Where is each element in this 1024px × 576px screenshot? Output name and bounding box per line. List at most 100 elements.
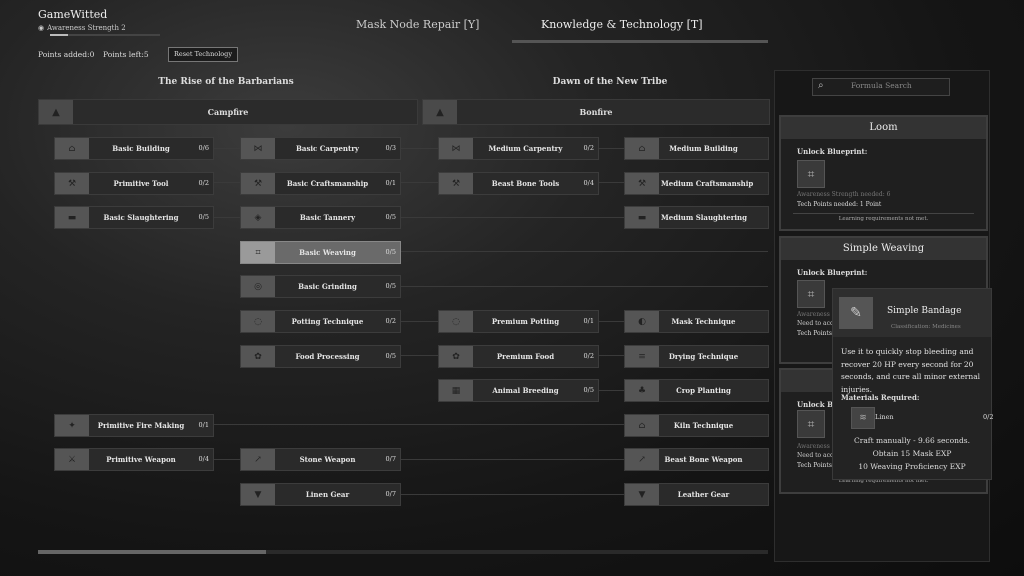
anvil-icon: ▬ [55, 207, 89, 228]
sword-icon: ⚔ [55, 449, 89, 470]
node-label: Medium Craftsmanship [661, 179, 754, 188]
card-divider [793, 213, 974, 214]
building-icon: ⌂ [55, 138, 89, 159]
node-count: 0/5 [198, 213, 209, 221]
connector-line [597, 321, 624, 322]
pot-icon: ◌ [439, 311, 473, 332]
points-left: Points left:5 [103, 50, 149, 59]
tech-node-basic-craftsmanship[interactable]: ⚒ Basic Craftsmanship 0/1 [240, 172, 401, 195]
food-icon: ✿ [439, 346, 473, 367]
tech-node-medium-carpentry[interactable]: ⋈ Medium Carpentry 0/2 [438, 137, 599, 160]
tech-node-potting-technique[interactable]: ◌ Potting Technique 0/2 [240, 310, 401, 333]
node-label: Basic Building [112, 144, 170, 153]
tech-node-linen-gear[interactable]: ▼ Linen Gear 0/7 [240, 483, 401, 506]
points-added: Points added:0 [38, 50, 95, 59]
bone-weapon-icon: ↗ [625, 449, 659, 470]
tech-node-basic-building[interactable]: ⌂ Basic Building 0/6 [54, 137, 214, 160]
node-label: Food Processing [295, 352, 360, 361]
tooltip-exp-weaving: 10 Weaving Proficiency EXP [858, 462, 966, 471]
connector-line [597, 148, 624, 149]
tech-node-basic-carpentry[interactable]: ⋈ Basic Carpentry 0/3 [240, 137, 401, 160]
tech-node-basic-grinding[interactable]: ◎ Basic Grinding 0/5 [240, 275, 401, 298]
connector-line [399, 321, 438, 322]
formula-search-input[interactable]: ⌕ Formula Search [812, 78, 950, 96]
connector-line [212, 182, 240, 183]
search-placeholder: Formula Search [851, 81, 912, 90]
armor-icon: ▼ [625, 484, 659, 505]
sprout-icon: ♣ [625, 380, 659, 401]
player-name: GameWitted [38, 8, 108, 21]
tech-node-premium-potting[interactable]: ◌ Premium Potting 0/1 [438, 310, 599, 333]
tech-node-primitive-weapon[interactable]: ⚔ Primitive Weapon 0/4 [54, 448, 214, 471]
tech-node-basic-slaughtering[interactable]: ▬ Basic Slaughtering 0/5 [54, 206, 214, 229]
tech-node-basic-tannery[interactable]: ◈ Basic Tannery 0/5 [240, 206, 401, 229]
connector-line [212, 424, 624, 425]
loom-icon: ⌗ [797, 160, 825, 188]
tech-node-mask-technique[interactable]: ◐ Mask Technique [624, 310, 769, 333]
node-label: Primitive Fire Making [97, 421, 185, 430]
node-label: Basic Grinding [298, 282, 357, 291]
tooltip-craft-time: Craft manually - 9.66 seconds. [854, 436, 970, 445]
tech-node-drying-technique[interactable]: ≡ Drying Technique [624, 345, 769, 368]
node-count: 0/4 [583, 179, 594, 187]
awareness-progress-bar [50, 34, 160, 36]
tech-node-primitive-tool[interactable]: ⚒ Primitive Tool 0/2 [54, 172, 214, 195]
node-label: Stone Weapon [299, 455, 356, 464]
tooltip-exp-mask: Obtain 15 Mask EXP [872, 449, 952, 458]
era-title-barbarians: The Rise of the Barbarians [158, 77, 294, 87]
tooltip-material-count: 0/2 [983, 413, 994, 421]
scrollbar-thumb[interactable] [38, 550, 266, 554]
tech-node-food-processing[interactable]: ✿ Food Processing 0/5 [240, 345, 401, 368]
eye-icon: ◉ [38, 24, 45, 32]
tech-node-medium-slaughtering[interactable]: ▬ Medium Slaughtering [624, 206, 769, 229]
tech-node-leather-gear[interactable]: ▼ Leather Gear [624, 483, 769, 506]
tab-knowledge-technology[interactable]: Knowledge & Technology [T] [541, 18, 703, 31]
bandage-icon: ⌗ [797, 410, 825, 438]
node-label: Linen Gear [305, 490, 350, 499]
era-bar-label: Bonfire [579, 107, 613, 117]
tree-scrollbar[interactable] [38, 550, 768, 554]
tooltip-material-name: Linen [875, 413, 894, 421]
era-title-new-tribe: Dawn of the New Tribe [552, 77, 668, 87]
bandage-icon: ✎ [839, 297, 873, 329]
tooltip-description: Use it to quickly stop bleeding and reco… [841, 347, 981, 394]
armor-icon: ▼ [241, 484, 275, 505]
loom-icon: ⌗ [797, 280, 825, 308]
node-count: 0/5 [385, 282, 396, 290]
tech-node-stone-weapon[interactable]: ↗ Stone Weapon 0/7 [240, 448, 401, 471]
node-count: 0/6 [198, 144, 209, 152]
node-label: Beast Bone Weapon [664, 455, 743, 464]
tech-node-medium-building[interactable]: ⌂ Medium Building [624, 137, 769, 160]
tech-node-animal-breeding[interactable]: ▦ Animal Breeding 0/5 [438, 379, 599, 402]
kiln-icon: ⌂ [625, 415, 659, 436]
node-label: Beast Bone Tools [491, 179, 560, 188]
tech-node-beast-bone-weapon[interactable]: ↗ Beast Bone Weapon [624, 448, 769, 471]
node-count: 0/2 [583, 352, 594, 360]
card-tech-points: Tech Points needed: 1 Point [797, 201, 882, 208]
blueprint-card-loom[interactable]: Loom Unlock Blueprint: ⌗ Awareness Stren… [779, 115, 988, 231]
node-label: Basic Craftsmanship [286, 179, 369, 188]
node-count: 0/1 [198, 421, 209, 429]
mask-icon: ◐ [625, 311, 659, 332]
connector-line [399, 459, 624, 460]
tech-node-crop-planting[interactable]: ♣ Crop Planting [624, 379, 769, 402]
tooltip-category: Classification: Medicines [891, 324, 961, 330]
card-requirement: Awareness Strength needed: 6 [797, 191, 891, 198]
connector-line [399, 251, 768, 252]
tech-node-basic-weaving[interactable]: ⌗ Basic Weaving 0/5 [240, 241, 401, 264]
node-count: 0/4 [198, 455, 209, 463]
connector-line [399, 182, 438, 183]
tech-node-premium-food[interactable]: ✿ Premium Food 0/2 [438, 345, 599, 368]
linen-icon: ≋ [851, 407, 875, 429]
reset-technology-button[interactable]: Reset Technology [168, 47, 238, 62]
tech-node-kiln-technique[interactable]: ⌂ Kiln Technique [624, 414, 769, 437]
tech-node-medium-craftsmanship[interactable]: ⚒ Medium Craftsmanship [624, 172, 769, 195]
tooltip-materials-label: Materials Required: [841, 393, 920, 402]
tab-mask-node-repair[interactable]: Mask Node Repair [Y] [356, 18, 479, 31]
node-label: Mask Technique [671, 317, 736, 326]
tech-node-primitive-fire-making[interactable]: ✦ Primitive Fire Making 0/1 [54, 414, 214, 437]
active-tab-underline [512, 40, 768, 43]
tech-node-beast-bone-tools[interactable]: ⚒ Beast Bone Tools 0/4 [438, 172, 599, 195]
card-unlock-label: Unlock Blueprint: [797, 268, 868, 277]
fire-icon: ✦ [55, 415, 89, 436]
